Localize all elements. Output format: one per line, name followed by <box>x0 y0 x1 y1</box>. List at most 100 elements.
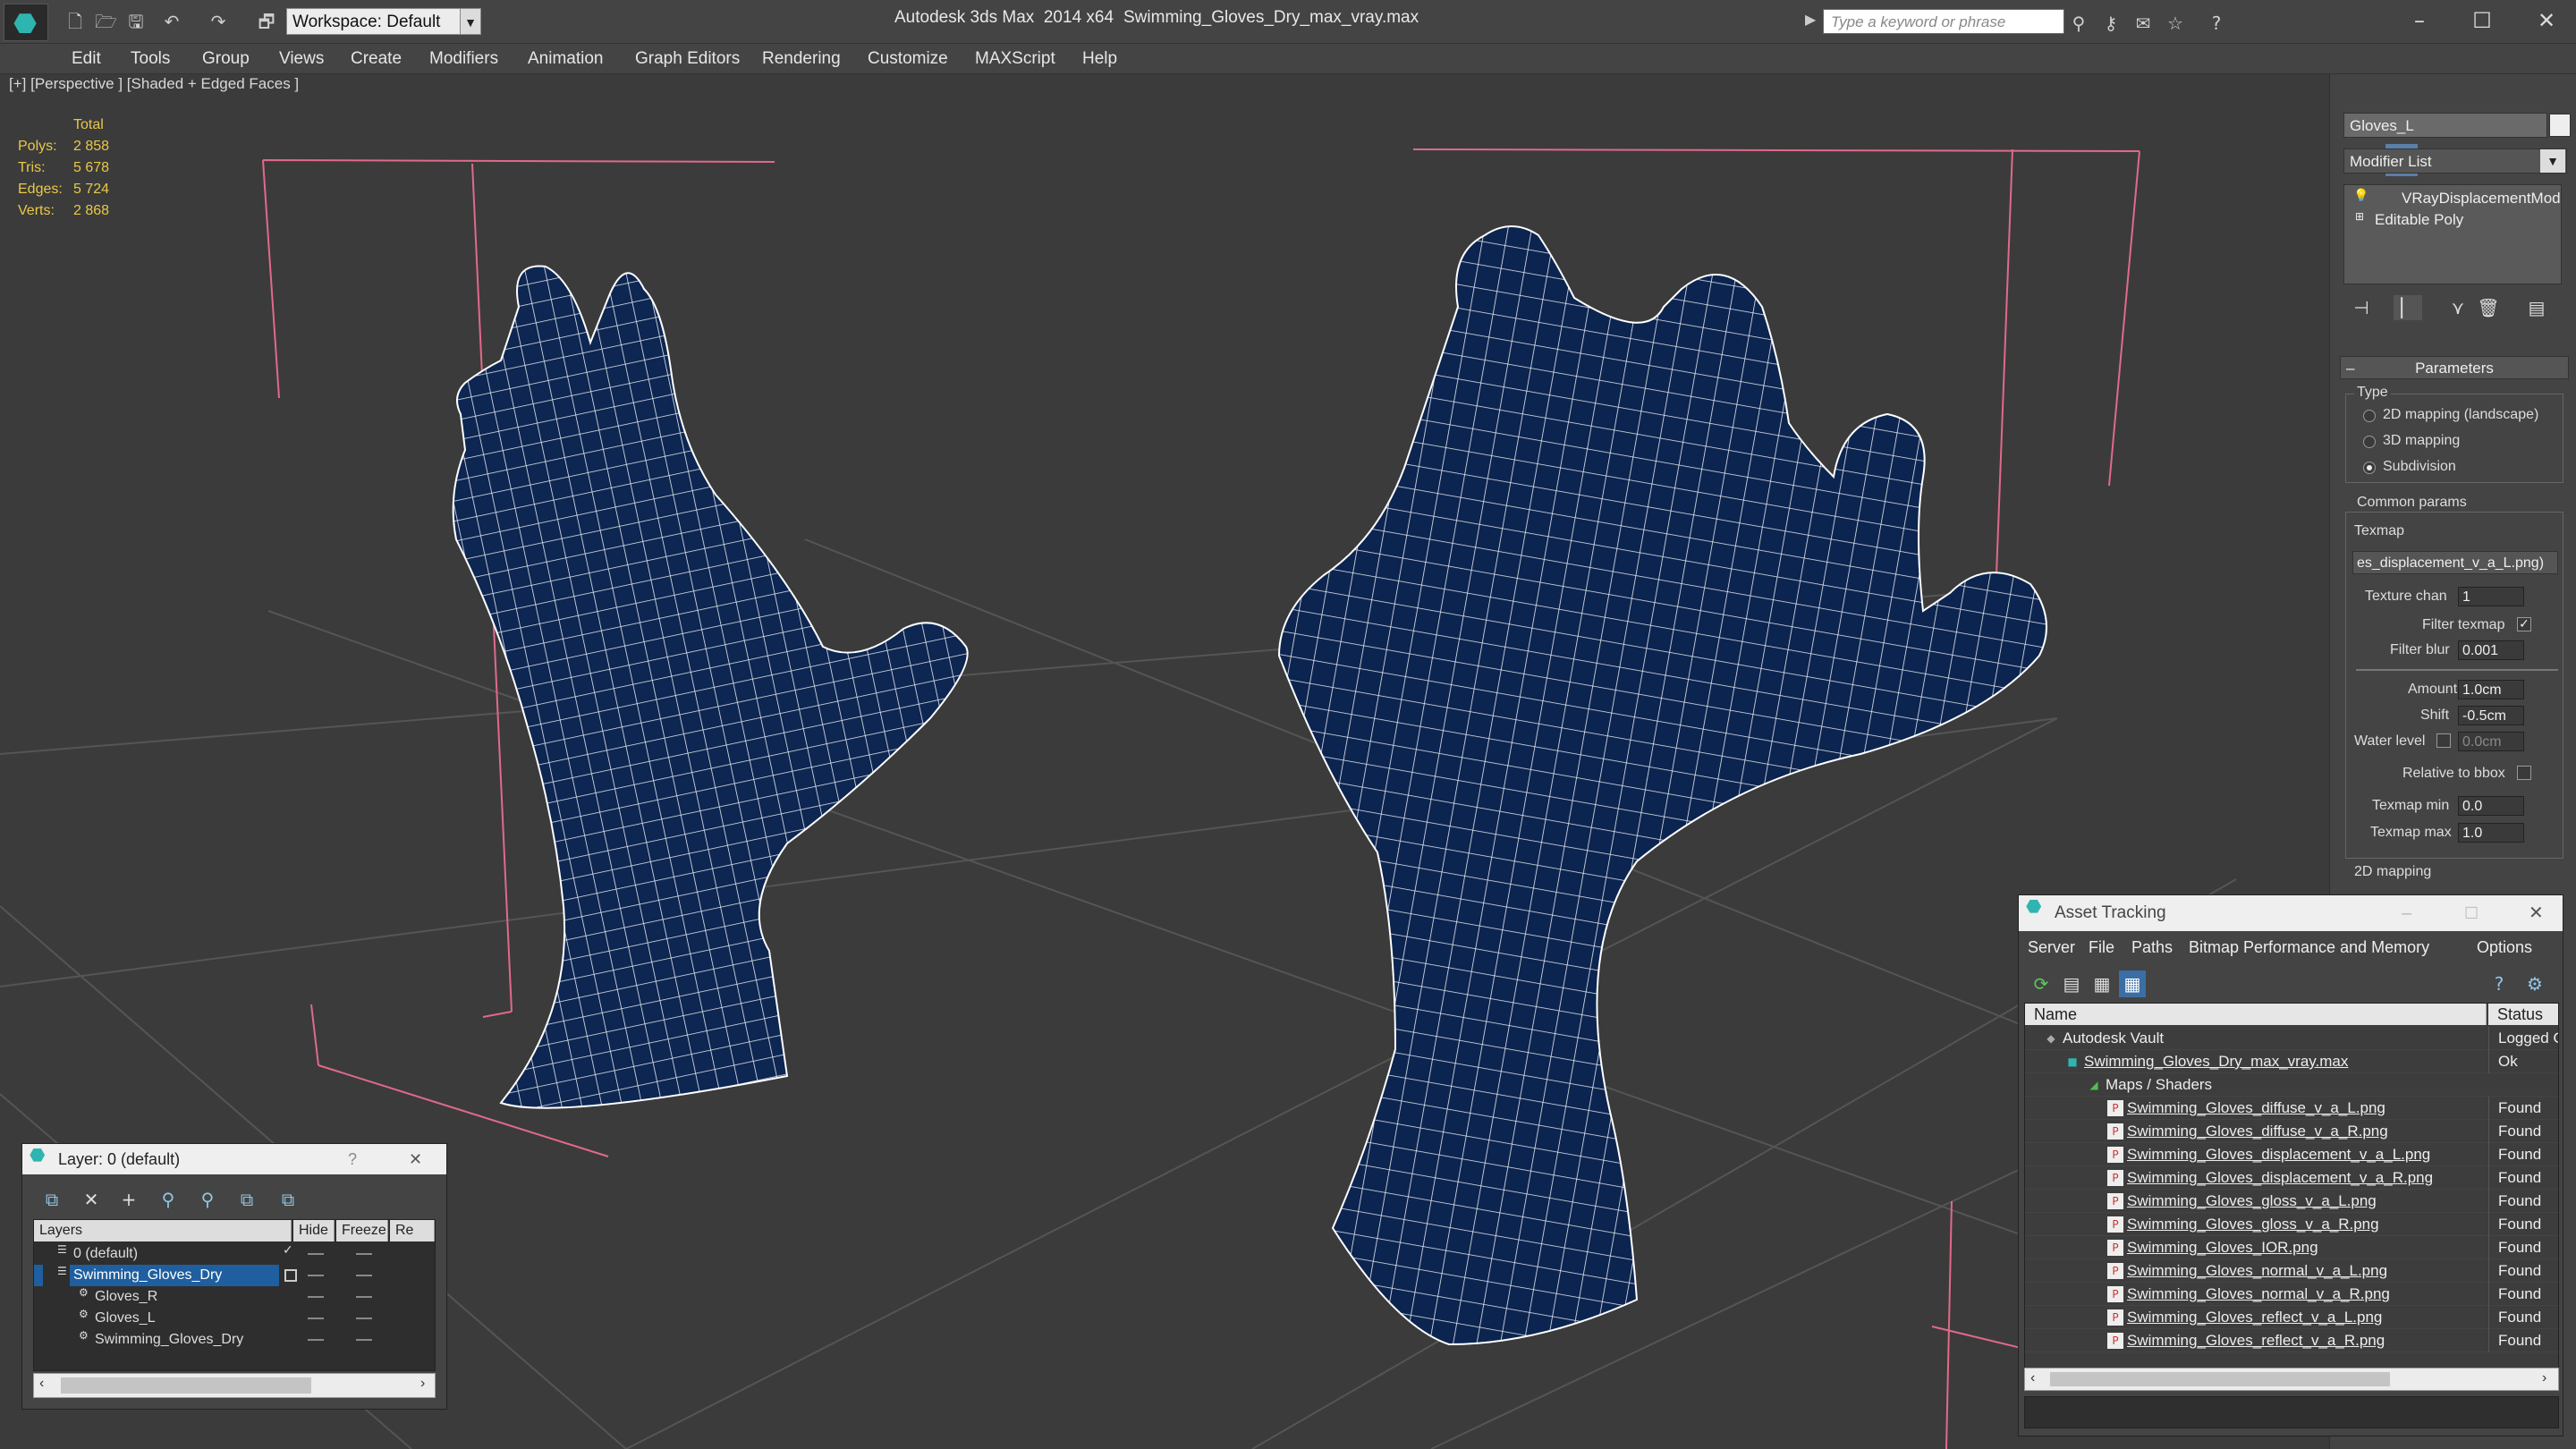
subscription-icon[interactable]: ⚷ <box>2100 13 2122 34</box>
option-2d-mapping[interactable]: 2D mapping (landscape) <box>2383 407 2538 423</box>
menu-edit[interactable]: Edit <box>72 49 101 69</box>
expand-icon[interactable]: ⊞ <box>2355 210 2364 223</box>
close-button[interactable]: ✕ <box>409 1144 422 1174</box>
asset-row[interactable]: P Swimming_Gloves_reflect_v_a_R.png Foun… <box>2025 1329 2558 1352</box>
texmap-button[interactable]: es_displacement_v_a_L.png) <box>2352 551 2558 574</box>
menu-rendering[interactable]: Rendering <box>762 49 841 69</box>
close-icon[interactable]: ✕ <box>2529 895 2544 931</box>
texmap-min-spinner[interactable]: 0.0 <box>2458 796 2524 816</box>
menu-paths[interactable]: Paths <box>2131 938 2173 957</box>
menu-views[interactable]: Views <box>279 49 324 69</box>
list-view-icon[interactable]: ▤ <box>2058 970 2085 997</box>
asset-row[interactable]: P Swimming_Gloves_normal_v_a_L.png Found <box>2025 1259 2558 1283</box>
add-to-layer-icon[interactable]: + <box>115 1187 142 1212</box>
chevron-down-icon[interactable]: ▼ <box>460 8 481 35</box>
filter-blur-spinner[interactable]: 0.001 <box>2458 640 2524 660</box>
menu-options[interactable]: Options <box>2477 938 2532 957</box>
undo-icon[interactable]: ↶ <box>161 11 182 32</box>
modifier-list-dropdown[interactable]: Modifier List <box>2343 148 2567 174</box>
object-color-swatch[interactable] <box>2549 114 2571 137</box>
scroll-thumb[interactable] <box>61 1377 311 1394</box>
menu-modifiers[interactable]: Modifiers <box>429 49 498 69</box>
thumbnail-view-icon[interactable]: ▦ <box>2089 970 2115 997</box>
filter-texmap-checkbox[interactable]: ✓ <box>2517 617 2531 631</box>
asset-row[interactable]: P Swimming_Gloves_normal_v_a_R.png Found <box>2025 1283 2558 1306</box>
chevron-down-icon[interactable]: ▼ <box>2540 149 2565 173</box>
amount-spinner[interactable]: 1.0cm <box>2458 680 2524 699</box>
minimize-icon[interactable]: – <box>2402 895 2411 931</box>
asset-tracking-title[interactable]: ⬣ Asset Tracking – ☐ ✕ <box>2019 895 2563 931</box>
lightbulb-icon[interactable]: 💡 <box>2353 189 2368 203</box>
asset-row[interactable]: P Swimming_Gloves_reflect_v_a_L.png Foun… <box>2025 1306 2558 1329</box>
menu-server[interactable]: Server <box>2028 938 2075 957</box>
scroll-left-icon[interactable]: ‹ <box>2030 1370 2035 1386</box>
horizontal-scrollbar[interactable]: ‹ › <box>33 1373 436 1398</box>
column-freeze[interactable]: Freeze <box>336 1220 388 1241</box>
workspace-dropdown[interactable]: Workspace: Default <box>286 8 481 35</box>
relative-bbox-checkbox[interactable] <box>2517 766 2531 780</box>
asset-row[interactable]: ■ Swimming_Gloves_Dry_max_vray.max Ok <box>2025 1050 2558 1073</box>
scroll-right-icon[interactable]: › <box>420 1376 425 1392</box>
radio-2d-mapping[interactable] <box>2363 410 2376 422</box>
pin-stack-icon[interactable]: ⊣ <box>2347 295 2376 320</box>
app-logo-button[interactable]: ⬣ <box>4 4 48 41</box>
column-name[interactable]: Name <box>2025 1004 2487 1025</box>
close-icon[interactable]: ✕ <box>2533 7 2560 34</box>
vault-settings-icon[interactable]: ⚙ <box>2521 970 2548 997</box>
freeze-all-icon[interactable]: ⧉ <box>275 1187 301 1212</box>
viewport-label[interactable]: [+] [Perspective ] [Shaded + Edged Faces… <box>9 75 299 93</box>
communication-icon[interactable]: ✉ <box>2132 13 2154 34</box>
column-status[interactable]: Status <box>2488 1004 2558 1025</box>
asset-path-field[interactable] <box>2024 1396 2559 1428</box>
set-current-box[interactable] <box>284 1269 297 1282</box>
select-in-layer-icon[interactable]: ⚲ <box>155 1187 182 1212</box>
radio-subdivision[interactable] <box>2363 462 2376 474</box>
water-level-spinner[interactable]: 0.0cm <box>2458 732 2524 751</box>
asset-row[interactable]: P Swimming_Gloves_IOR.png Found <box>2025 1236 2558 1259</box>
help-button[interactable]: ? <box>348 1144 357 1174</box>
minimize-icon[interactable]: – <box>2406 7 2433 34</box>
asset-row[interactable]: P Swimming_Gloves_gloss_v_a_R.png Found <box>2025 1213 2558 1236</box>
show-end-result-icon[interactable]: ▏ <box>2394 295 2422 320</box>
scroll-left-icon[interactable]: ‹ <box>39 1376 44 1392</box>
column-render[interactable]: Re <box>390 1220 435 1241</box>
layer-row[interactable]: ⚙ Gloves_R <box>34 1286 435 1308</box>
remove-modifier-icon[interactable]: 🗑 <box>2474 295 2503 320</box>
refresh-icon[interactable]: ⟳ <box>2028 970 2055 997</box>
parameters-rollout-header[interactable]: – Parameters <box>2340 356 2569 379</box>
asset-row[interactable]: ◢ Maps / Shaders <box>2025 1073 2558 1097</box>
hide-all-icon[interactable]: ⧉ <box>233 1187 260 1212</box>
binoculars-icon[interactable]: ⚲ <box>2068 13 2089 34</box>
menu-bitmap-performance[interactable]: Bitmap Performance and Memory <box>2189 938 2429 957</box>
layer-window-title[interactable]: ⬣ Layer: 0 (default) ? ✕ <box>22 1144 446 1174</box>
table-view-icon[interactable]: ▦ <box>2119 970 2146 997</box>
favorites-star-icon[interactable]: ☆ <box>2165 13 2186 34</box>
create-layer-icon[interactable]: ⧉ <box>38 1187 65 1212</box>
shift-spinner[interactable]: -0.5cm <box>2458 706 2524 725</box>
asset-row[interactable]: P Swimming_Gloves_diffuse_v_a_R.png Foun… <box>2025 1120 2558 1143</box>
open-file-icon[interactable]: 🗁 <box>95 11 117 32</box>
asset-row[interactable]: P Swimming_Gloves_gloss_v_a_L.png Found <box>2025 1190 2558 1213</box>
object-name-field[interactable]: Gloves_L <box>2343 113 2547 138</box>
new-file-icon[interactable]: 🗋 <box>64 11 86 32</box>
redo-icon[interactable]: ↷ <box>208 11 229 32</box>
layer-row[interactable]: ⚙ Gloves_L <box>34 1308 435 1329</box>
column-hide[interactable]: Hide <box>293 1220 335 1241</box>
layer-row[interactable]: ☰ 0 (default) ✓ <box>34 1243 435 1265</box>
menu-help[interactable]: Help <box>1082 49 1117 69</box>
stack-item-editable-poly[interactable]: ⊞ Editable Poly <box>2348 210 2557 230</box>
asset-row[interactable]: ◆ Autodesk Vault Logged Out <box>2025 1027 2558 1050</box>
texture-chan-spinner[interactable]: 1 <box>2458 587 2524 606</box>
project-folder-icon[interactable]: 🗗 <box>256 11 277 32</box>
scroll-right-icon[interactable]: › <box>2542 1370 2546 1386</box>
save-icon[interactable]: 🖫 <box>125 11 147 32</box>
maximize-icon[interactable]: ☐ <box>2469 7 2496 34</box>
menu-create[interactable]: Create <box>351 49 402 69</box>
layer-row[interactable]: ⚙ Swimming_Gloves_Dry <box>34 1329 435 1351</box>
help-icon[interactable]: ? <box>2486 970 2512 997</box>
menu-animation[interactable]: Animation <box>528 49 604 69</box>
horizontal-scrollbar[interactable]: ‹ › <box>2024 1368 2559 1391</box>
layer-row[interactable]: ☰ Swimming_Gloves_Dry <box>34 1265 435 1286</box>
highlight-selected-icon[interactable]: ⚲ <box>194 1187 221 1212</box>
option-subdivision[interactable]: Subdivision <box>2383 459 2456 475</box>
